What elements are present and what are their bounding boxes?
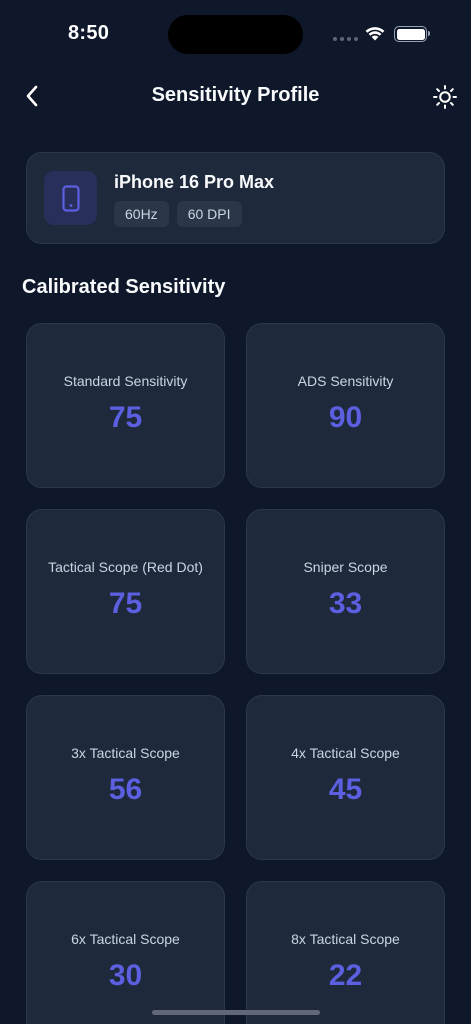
status-bar: 8:50 [0,0,471,64]
sensitivity-label: Sniper Scope [303,558,388,575]
section-title: Calibrated Sensitivity [22,276,226,298]
sensitivity-label: Tactical Scope (Red Dot) [48,558,203,575]
theme-toggle-button[interactable] [431,83,459,111]
sensitivity-value: 75 [108,586,143,620]
sun-icon [433,85,457,109]
sensitivity-grid: Standard Sensitivity 75 ADS Sensitivity … [26,323,445,1024]
battery-icon [394,26,430,42]
status-time: 8:50 [68,22,110,44]
nav-header: Sensitivity Profile [0,72,471,120]
sensitivity-value: 90 [328,400,363,434]
home-indicator[interactable] [152,1010,320,1015]
sensitivity-card[interactable]: Standard Sensitivity 75 [26,323,225,488]
sensitivity-value: 75 [108,400,143,434]
device-card: iPhone 16 Pro Max 60Hz 60 DPI [26,152,445,244]
sensitivity-card[interactable]: 4x Tactical Scope 45 [246,695,445,860]
device-icon-box [44,171,97,225]
sensitivity-value: 33 [328,586,363,620]
sensitivity-value: 30 [108,958,143,992]
phone-icon [61,184,80,212]
cellular-signal-icon [333,37,358,41]
sensitivity-card[interactable]: Tactical Scope (Red Dot) 75 [26,509,225,674]
refresh-rate-badge: 60Hz [114,201,169,227]
dynamic-island [168,15,303,54]
sensitivity-label: Standard Sensitivity [63,372,188,389]
device-name: iPhone 16 Pro Max [114,172,275,192]
sensitivity-value: 56 [108,772,143,806]
sensitivity-value: 22 [328,958,363,992]
sensitivity-card[interactable]: 3x Tactical Scope 56 [26,695,225,860]
device-specs: 60Hz 60 DPI [114,201,242,227]
sensitivity-card[interactable]: 8x Tactical Scope 22 [246,881,445,1024]
wifi-icon [365,27,385,41]
sensitivity-label: 3x Tactical Scope [71,744,180,761]
dpi-badge: 60 DPI [176,201,242,227]
sensitivity-label: 8x Tactical Scope [291,930,400,947]
sensitivity-label: 6x Tactical Scope [71,930,180,947]
sensitivity-card[interactable]: Sniper Scope 33 [246,509,445,674]
sensitivity-card[interactable]: ADS Sensitivity 90 [246,323,445,488]
sensitivity-value: 45 [328,772,363,806]
page-title: Sensitivity Profile [151,84,320,106]
sensitivity-label: ADS Sensitivity [297,372,394,389]
sensitivity-card[interactable]: 6x Tactical Scope 30 [26,881,225,1024]
sensitivity-label: 4x Tactical Scope [291,744,400,761]
app-screen: 8:50 Sensitivity Profile iPhone 16 Pro M… [0,0,471,1024]
